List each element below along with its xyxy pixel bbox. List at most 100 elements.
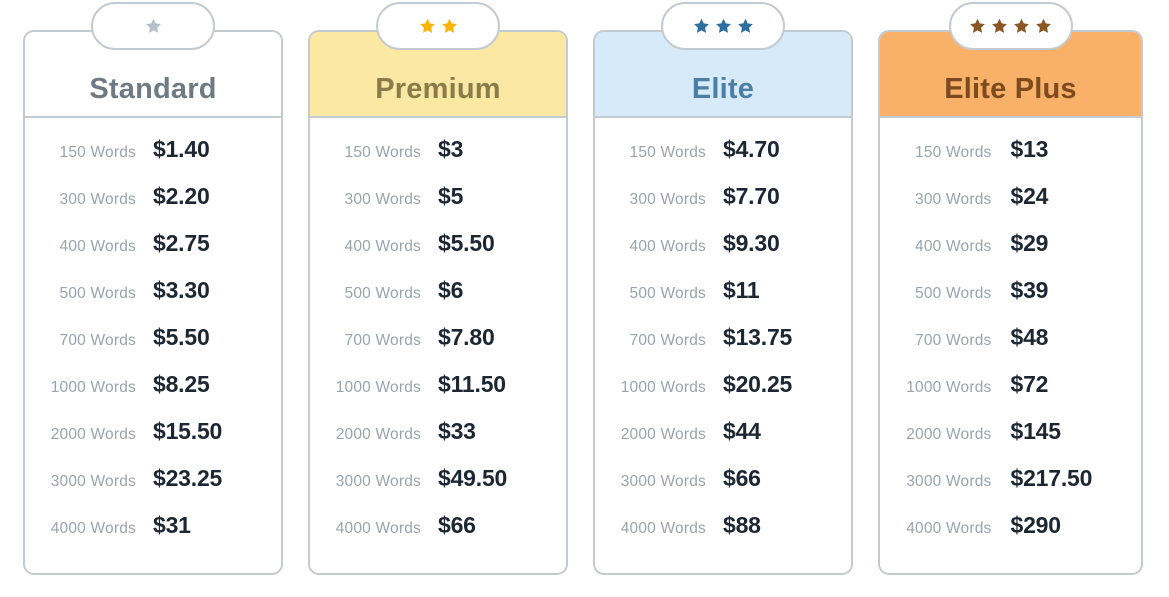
word-count-label: 3000 Words bbox=[620, 473, 706, 490]
price-value: $29 bbox=[1010, 230, 1049, 256]
price-row[interactable]: 300 Words $2.20 bbox=[25, 183, 281, 230]
price-list-elite: 150 Words $4.70 300 Words $7.70 400 Words $9.… bbox=[595, 118, 851, 559]
word-count-label: 1000 Words bbox=[50, 379, 136, 396]
word-count-label: 300 Words bbox=[59, 191, 136, 208]
price-value: $72 bbox=[1010, 371, 1049, 397]
price-row[interactable]: 2000 Words $15.50 bbox=[25, 418, 281, 465]
price-value: $24 bbox=[1010, 183, 1049, 209]
price-value: $23.25 bbox=[153, 465, 223, 491]
price-value: $7.70 bbox=[723, 183, 780, 209]
word-count-label: 300 Words bbox=[344, 191, 421, 208]
plan-title: Elite Plus bbox=[944, 73, 1077, 105]
word-count-label: 2000 Words bbox=[620, 426, 706, 443]
word-count-label: 1000 Words bbox=[335, 379, 421, 396]
word-count-label: 1000 Words bbox=[906, 379, 992, 396]
price-value: $3 bbox=[438, 136, 464, 162]
price-row[interactable]: 2000 Words $33 bbox=[310, 418, 566, 465]
word-count-label: 4000 Words bbox=[620, 520, 706, 537]
price-row[interactable]: 400 Words $9.30 bbox=[595, 230, 851, 277]
star-icon bbox=[991, 18, 1008, 35]
word-count-label: 2000 Words bbox=[50, 426, 136, 443]
plan-title: Premium bbox=[375, 73, 501, 105]
word-count-label: 500 Words bbox=[344, 285, 421, 302]
price-row[interactable]: 1000 Words $72 bbox=[880, 371, 1141, 418]
word-count-label: 4000 Words bbox=[50, 520, 136, 537]
price-value: $48 bbox=[1010, 324, 1049, 350]
price-row[interactable]: 700 Words $5.50 bbox=[25, 324, 281, 371]
price-row[interactable]: 700 Words $7.80 bbox=[310, 324, 566, 371]
price-row[interactable]: 150 Words $13 bbox=[880, 136, 1141, 183]
pricing-card-standard[interactable]: Standard 150 Words $1.40 300 Words $2.20 400 … bbox=[23, 2, 283, 575]
price-value: $217.50 bbox=[1010, 465, 1093, 491]
price-value: $33 bbox=[438, 418, 476, 444]
plan-title: Elite bbox=[691, 73, 755, 105]
price-row[interactable]: 500 Words $39 bbox=[880, 277, 1141, 324]
price-row[interactable]: 4000 Words $88 bbox=[595, 512, 851, 559]
price-value: $2.20 bbox=[153, 183, 210, 209]
price-row[interactable]: 3000 Words $217.50 bbox=[880, 465, 1141, 512]
word-count-label: 1000 Words bbox=[620, 379, 706, 396]
price-value: $49.50 bbox=[438, 465, 508, 491]
star-icon bbox=[1013, 18, 1030, 35]
price-row[interactable]: 2000 Words $145 bbox=[880, 418, 1141, 465]
price-value: $290 bbox=[1010, 512, 1062, 538]
price-row[interactable]: 4000 Words $290 bbox=[880, 512, 1141, 559]
price-row[interactable]: 400 Words $5.50 bbox=[310, 230, 566, 277]
price-row[interactable]: 500 Words $11 bbox=[595, 277, 851, 324]
price-row[interactable]: 300 Words $5 bbox=[310, 183, 566, 230]
price-value: $8.25 bbox=[153, 371, 210, 397]
pricing-card-elite[interactable]: Elite 150 Words $4.70 300 Words $7.70 400 Wor… bbox=[593, 2, 853, 575]
star-icon bbox=[441, 18, 458, 35]
price-row[interactable]: 700 Words $48 bbox=[880, 324, 1141, 371]
star-icon bbox=[1035, 18, 1052, 35]
word-count-label: 2000 Words bbox=[906, 426, 992, 443]
price-row[interactable]: 500 Words $3.30 bbox=[25, 277, 281, 324]
price-list-eliteplus: 150 Words $13 300 Words $24 400 Words $29 500 … bbox=[880, 118, 1141, 559]
price-value: $13.75 bbox=[723, 324, 793, 350]
price-row[interactable]: 150 Words $1.40 bbox=[25, 136, 281, 183]
star-icon bbox=[715, 18, 732, 35]
price-row[interactable]: 300 Words $24 bbox=[880, 183, 1141, 230]
price-row[interactable]: 4000 Words $66 bbox=[310, 512, 566, 559]
tier-badge-elite bbox=[661, 2, 785, 50]
word-count-label: 400 Words bbox=[915, 238, 992, 255]
price-row[interactable]: 150 Words $3 bbox=[310, 136, 566, 183]
price-row[interactable]: 500 Words $6 bbox=[310, 277, 566, 324]
price-value: $13 bbox=[1010, 136, 1049, 162]
pricing-card-premium[interactable]: Premium 150 Words $3 300 Words $5 400 Words $5… bbox=[308, 2, 568, 575]
word-count-label: 500 Words bbox=[629, 285, 706, 302]
price-value: $2.75 bbox=[153, 230, 210, 256]
price-row[interactable]: 3000 Words $66 bbox=[595, 465, 851, 512]
word-count-label: 400 Words bbox=[344, 238, 421, 255]
price-value: $5 bbox=[438, 183, 464, 209]
price-value: $66 bbox=[723, 465, 761, 491]
word-count-label: 2000 Words bbox=[335, 426, 421, 443]
price-value: $39 bbox=[1010, 277, 1049, 303]
price-value: $7.80 bbox=[438, 324, 495, 350]
tier-badge-premium bbox=[376, 2, 500, 50]
price-row[interactable]: 300 Words $7.70 bbox=[595, 183, 851, 230]
price-row[interactable]: 1000 Words $11.50 bbox=[310, 371, 566, 418]
price-value: $44 bbox=[723, 418, 761, 444]
word-count-label: 3000 Words bbox=[906, 473, 992, 490]
price-row[interactable]: 2000 Words $44 bbox=[595, 418, 851, 465]
pricing-card-eliteplus[interactable]: Elite Plus 150 Words $13 300 Words $24 400 Wo… bbox=[878, 2, 1143, 575]
price-row[interactable]: 400 Words $2.75 bbox=[25, 230, 281, 277]
price-row[interactable]: 3000 Words $49.50 bbox=[310, 465, 566, 512]
price-row[interactable]: 3000 Words $23.25 bbox=[25, 465, 281, 512]
word-count-label: 500 Words bbox=[915, 285, 992, 302]
word-count-label: 150 Words bbox=[59, 144, 136, 161]
word-count-label: 150 Words bbox=[344, 144, 421, 161]
price-row[interactable]: 1000 Words $20.25 bbox=[595, 371, 851, 418]
price-row[interactable]: 150 Words $4.70 bbox=[595, 136, 851, 183]
price-value: $11 bbox=[723, 277, 760, 303]
price-value: $3.30 bbox=[153, 277, 210, 303]
price-row[interactable]: 700 Words $13.75 bbox=[595, 324, 851, 371]
price-row[interactable]: 1000 Words $8.25 bbox=[25, 371, 281, 418]
price-value: $1.40 bbox=[153, 136, 210, 162]
star-icon bbox=[737, 18, 754, 35]
price-value: $4.70 bbox=[723, 136, 780, 162]
price-row[interactable]: 4000 Words $31 bbox=[25, 512, 281, 559]
tier-badge-eliteplus bbox=[948, 2, 1073, 50]
price-row[interactable]: 400 Words $29 bbox=[880, 230, 1141, 277]
